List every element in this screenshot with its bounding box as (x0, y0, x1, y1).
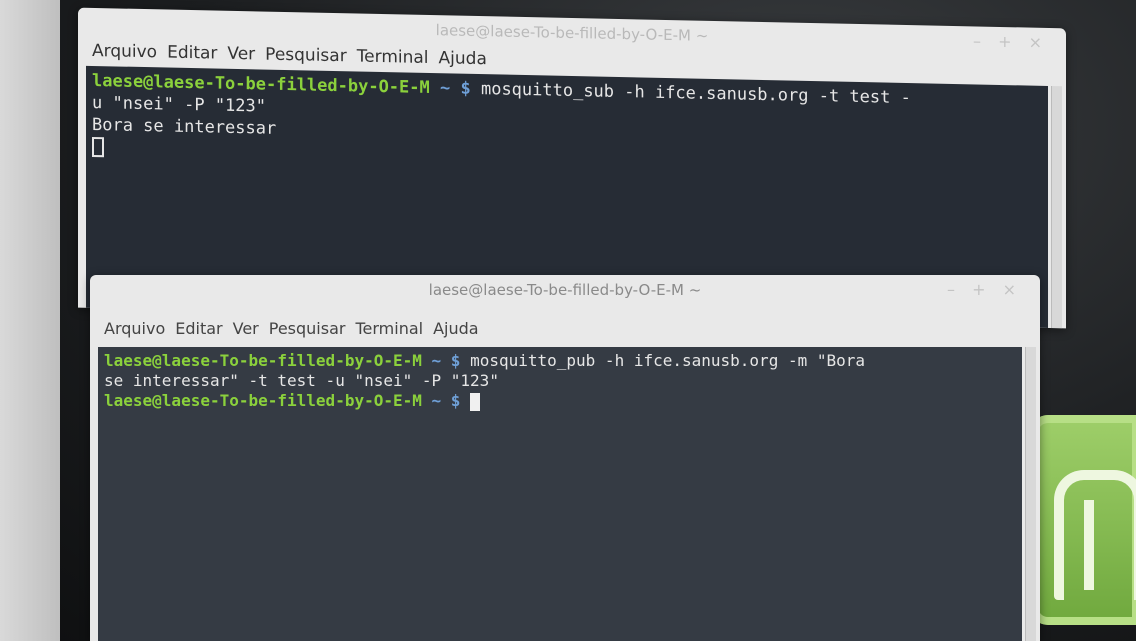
menu-arquivo[interactable]: Arquivo (104, 319, 165, 338)
prompt-path: ~ $ (431, 391, 461, 410)
menu-bar: Arquivo Editar Ver Pesquisar Terminal Aj… (90, 315, 1040, 341)
scrollbar[interactable] (1051, 86, 1062, 329)
command-text: mosquitto_pub -h ifce.sanusb.org -m "Bor… (460, 351, 866, 370)
desktop-edge (0, 0, 60, 641)
shell-prompt: laese@laese-To-be-filled-by-O-E-M (104, 391, 422, 410)
menu-ver[interactable]: Ver (227, 44, 255, 65)
text-cursor (470, 392, 481, 411)
menu-terminal[interactable]: Terminal (357, 46, 429, 68)
prompt-line: laese@laese-To-be-filled-by-O-E-M ~ $ (104, 391, 1016, 411)
terminal-window-publisher[interactable]: laese@laese-To-be-filled-by-O-E-M ~ – + … (90, 275, 1040, 641)
window-controls[interactable]: – + × (947, 275, 1022, 305)
mint-logo-stem (1084, 500, 1118, 590)
menu-editar[interactable]: Editar (167, 43, 217, 64)
menu-ajuda[interactable]: Ajuda (439, 48, 487, 69)
command-continuation: se interessar" -t test -u "nsei" -P "123… (104, 371, 499, 390)
menu-pesquisar[interactable]: Pesquisar (269, 319, 346, 338)
scrollbar[interactable] (1025, 347, 1036, 641)
window-controls[interactable]: – + × (973, 26, 1048, 58)
window-title: laese@laese-To-be-filled-by-O-E-M ~ (428, 281, 702, 299)
menu-ver[interactable]: Ver (233, 319, 259, 338)
command-line: laese@laese-To-be-filled-by-O-E-M ~ $ mo… (104, 351, 1016, 371)
menu-terminal[interactable]: Terminal (355, 319, 423, 338)
window-titlebar[interactable]: laese@laese-To-be-filled-by-O-E-M ~ – + … (90, 275, 1040, 305)
terminal-area[interactable]: laese@laese-To-be-filled-by-O-E-M ~ $ mo… (98, 347, 1022, 641)
prompt-path: ~ $ (431, 351, 461, 370)
menu-ajuda[interactable]: Ajuda (433, 319, 479, 338)
text-cursor (92, 136, 104, 158)
menu-pesquisar[interactable]: Pesquisar (265, 45, 347, 67)
prompt-path: ~ $ (440, 78, 471, 99)
window-title: laese@laese-To-be-filled-by-O-E-M ~ (435, 21, 709, 45)
menu-editar[interactable]: Editar (175, 319, 222, 338)
menu-arquivo[interactable]: Arquivo (92, 41, 157, 62)
shell-prompt: laese@laese-To-be-filled-by-O-E-M (104, 351, 422, 370)
